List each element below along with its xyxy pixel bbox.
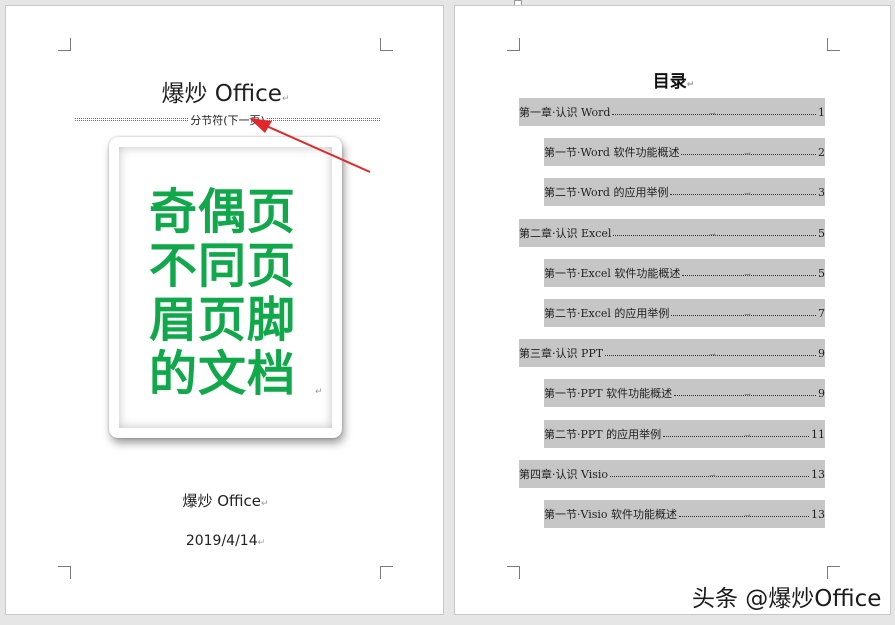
paragraph-mark-icon: ↵ [281, 94, 290, 104]
toc-entry-title: 第三章·认识 PPT [519, 347, 604, 360]
paragraph-mark-icon: ↵ [686, 80, 695, 90]
crop-mark [58, 566, 71, 579]
toc-entry[interactable]: 第一章·认识 Word 1 → [519, 98, 825, 126]
toc-entry[interactable]: 第二节·Excel 的应用举例 7 → [544, 299, 825, 327]
tab-mark-icon: → [709, 471, 716, 480]
paragraph-mark-icon: ↵ [315, 387, 323, 397]
toc-entry[interactable]: 第二节·PPT 的应用举例 11 → [544, 420, 825, 448]
toc-entry-title: 第二节·Word 的应用举例 [544, 186, 669, 199]
tab-mark-icon: → [709, 109, 716, 118]
toc-page-number: 1 [818, 105, 825, 119]
toc-entry[interactable]: 第一节·Word 软件功能概述 2 → [544, 138, 825, 166]
toc-heading-text: 目录 [652, 72, 687, 92]
toc-page-number: 2 [818, 145, 825, 159]
document-page-left: 爆炒 Office↵ 分节符(下一页) 奇偶页 不同页 眉页脚 的文档 ↵ 爆炒… [5, 5, 444, 615]
toc-leader [663, 436, 809, 437]
document-page-right: 目录↵ 第一章·认识 Word 1 → 第一节·Word 软件功能概述 2 → 第二节·Wo… [454, 5, 891, 615]
toc-entry-title: 第一节·PPT 软件功能概述 [544, 387, 673, 400]
tab-mark-icon: → [744, 390, 751, 399]
toc-entry[interactable]: 第一节·Visio 软件功能概述 13 → [544, 500, 825, 528]
paragraph-mark-icon: ↵ [261, 499, 269, 509]
crop-mark [507, 566, 520, 579]
toc-page-number: 9 [818, 386, 825, 400]
tab-mark-icon: → [744, 431, 751, 440]
crop-mark [58, 38, 71, 51]
toc-entry[interactable]: 第一节·PPT 软件功能概述 9 → [544, 379, 825, 407]
toc-entry-title: 第二节·PPT 的应用举例 [544, 428, 662, 441]
toc-entry-title: 第一节·Word 软件功能概述 [544, 146, 680, 159]
toc-page-number: 5 [818, 226, 825, 240]
tab-mark-icon: → [744, 189, 751, 198]
crop-mark [380, 566, 393, 579]
author-line[interactable]: 爆炒 Office↵ [6, 490, 445, 511]
toc-page-number: 9 [818, 346, 825, 360]
toc-entry-title: 第一节·Excel 软件功能概述 [544, 267, 681, 280]
cover-text: 奇偶页 不同页 眉页脚 的文档 [149, 185, 319, 401]
toc-page-number: 13 [811, 467, 825, 481]
cover-line: 的文档 [149, 346, 297, 402]
date-line[interactable]: 2019/4/14↵ [6, 533, 445, 549]
watermark-text: 头条 @爆炒Office [692, 586, 882, 612]
tab-mark-icon: → [744, 149, 751, 158]
date-text: 2019/4/14 [185, 533, 258, 549]
toc-entry[interactable]: 第二章·认识 Excel 5 → [519, 219, 825, 247]
toc-entry-title: 第一章·认识 Word [519, 106, 611, 119]
toc-page-number: 11 [811, 427, 825, 441]
tab-mark-icon: → [744, 270, 751, 279]
toc-entry[interactable]: 第四章·认识 Visio 13 → [519, 460, 825, 488]
paragraph-mark-icon: ↵ [257, 538, 266, 548]
crop-mark [827, 38, 840, 51]
toc-entry-title: 第二节·Excel 的应用举例 [544, 307, 670, 320]
document-title[interactable]: 爆炒 Office↵ [6, 74, 445, 108]
toc-page-number: 5 [818, 266, 825, 280]
toc-heading[interactable]: 目录↵ [455, 67, 892, 92]
cover-image-inner: 奇偶页 不同页 眉页脚 的文档 ↵ [119, 147, 332, 428]
cover-image[interactable]: 奇偶页 不同页 眉页脚 的文档 ↵ [109, 137, 342, 438]
toc-page-number: 7 [818, 306, 825, 320]
author-text: 爆炒 Office [182, 492, 261, 510]
tab-mark-icon: → [709, 350, 716, 359]
toc-entry-title: 第二章·认识 Excel [519, 227, 612, 240]
toc-page-number: 3 [818, 185, 825, 199]
tab-mark-icon: → [744, 511, 751, 520]
tab-mark-icon: → [744, 310, 751, 319]
document-title-text: 爆炒 Office [161, 81, 282, 107]
section-break[interactable]: 分节符(下一页) [74, 112, 381, 128]
crop-mark [507, 38, 520, 51]
cover-line: 不同页 [149, 238, 297, 294]
crop-mark [380, 38, 393, 51]
toc-entry-title: 第四章·认识 Visio [519, 468, 609, 481]
toc-entry[interactable]: 第二节·Word 的应用举例 3 → [544, 178, 825, 206]
toc-page-number: 13 [811, 507, 825, 521]
cover-line: 眉页脚 [149, 292, 297, 348]
cover-line: 奇偶页 [149, 184, 297, 240]
toc-entry-title: 第一节·Visio 软件功能概述 [544, 508, 678, 521]
toc-entry[interactable]: 第一节·Excel 软件功能概述 5 → [544, 259, 825, 287]
crop-mark [827, 566, 840, 579]
toc-entry[interactable]: 第三章·认识 PPT 9 → [519, 339, 825, 367]
tab-mark-icon: → [709, 230, 716, 239]
section-break-label: 分节符(下一页) [188, 112, 267, 128]
